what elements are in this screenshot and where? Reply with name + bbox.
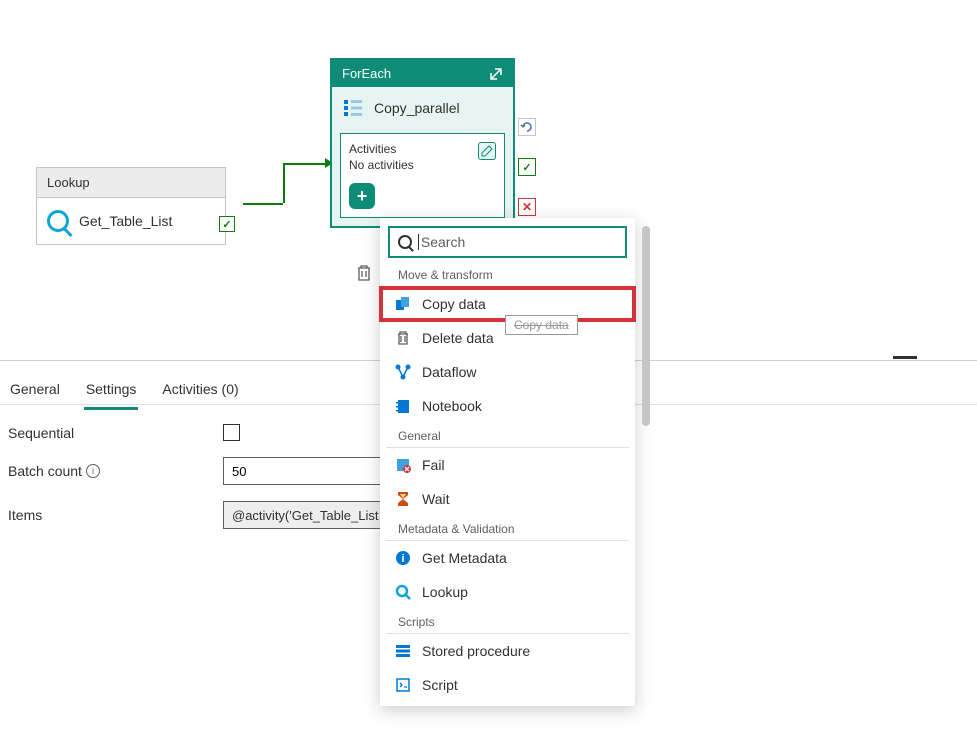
activity-stored-procedure[interactable]: Stored procedure <box>380 634 635 668</box>
activity-fail[interactable]: Fail <box>380 448 635 482</box>
batch-count-input[interactable] <box>223 457 383 485</box>
activity-wait[interactable]: Wait <box>380 482 635 516</box>
success-connector[interactable]: ✓ <box>219 216 235 232</box>
completion-connector[interactable] <box>518 118 536 136</box>
wait-icon <box>394 490 412 508</box>
activity-dataflow[interactable]: Dataflow <box>380 355 635 389</box>
section-general: General <box>386 423 629 448</box>
tooltip: Copy data <box>505 315 578 335</box>
sequential-checkbox[interactable] <box>223 424 240 441</box>
activity-lookup[interactable]: Lookup <box>380 575 635 609</box>
sequential-label: Sequential <box>8 425 223 441</box>
svg-text:i: i <box>401 553 404 565</box>
lookup-body: Get_Table_List <box>37 198 225 244</box>
foreach-activity-node[interactable]: ForEach Copy_parallel Activities No acti… <box>330 58 515 228</box>
connector-handles: ✓ ✕ <box>518 118 536 216</box>
fail-icon <box>394 456 412 474</box>
foreach-title-row: Copy_parallel <box>332 87 513 129</box>
lookup-activity-name: Get_Table_List <box>79 213 172 229</box>
expand-icon[interactable] <box>489 67 503 81</box>
activity-get-metadata[interactable]: i Get Metadata <box>380 541 635 575</box>
activity-script[interactable]: Script <box>380 668 635 702</box>
activity-notebook[interactable]: Notebook <box>380 389 635 423</box>
search-icon <box>398 235 412 249</box>
add-activity-button[interactable]: + <box>349 183 375 209</box>
edit-icon[interactable] <box>478 142 496 160</box>
foreach-activities-panel: Activities No activities + <box>340 133 505 218</box>
text-cursor <box>418 234 419 250</box>
foreach-header: ForEach <box>332 60 513 87</box>
stored-procedure-icon <box>394 642 412 660</box>
activity-search-input[interactable] <box>421 234 617 250</box>
connector-arrow[interactable] <box>243 203 329 253</box>
script-icon <box>394 676 412 694</box>
section-scripts: Scripts <box>386 609 629 634</box>
info-icon[interactable]: i <box>86 464 100 478</box>
delete-icon[interactable] <box>356 264 372 285</box>
failure-connector[interactable]: ✕ <box>518 198 536 216</box>
activity-search-box[interactable] <box>388 226 627 258</box>
foreach-activities-label: Activities No activities <box>349 142 414 173</box>
delete-data-icon <box>394 329 412 347</box>
lookup-small-icon <box>394 583 412 601</box>
metadata-icon: i <box>394 549 412 567</box>
dropdown-scrollbar[interactable] <box>642 226 650 426</box>
section-metadata-validation: Metadata & Validation <box>386 516 629 541</box>
lookup-icon <box>47 210 69 232</box>
lookup-activity-node[interactable]: Lookup Get_Table_List ✓ <box>36 167 226 245</box>
notebook-icon <box>394 397 412 415</box>
items-label: Items <box>8 507 223 523</box>
dataflow-icon <box>394 363 412 381</box>
items-input[interactable]: @activity('Get_Table_List <box>223 501 383 529</box>
foreach-activity-name: Copy_parallel <box>374 100 460 116</box>
foreach-header-label: ForEach <box>342 66 391 81</box>
success-connector[interactable]: ✓ <box>518 158 536 176</box>
foreach-icon <box>342 97 364 119</box>
copy-data-icon <box>394 295 412 313</box>
activity-picker-dropdown: Move & transform Copy data Delete data D… <box>380 218 635 706</box>
batch-count-label: Batch count i <box>8 463 223 479</box>
panel-collapse-handle[interactable] <box>893 356 917 359</box>
section-move-transform: Move & transform <box>386 262 629 287</box>
lookup-header: Lookup <box>37 168 225 198</box>
